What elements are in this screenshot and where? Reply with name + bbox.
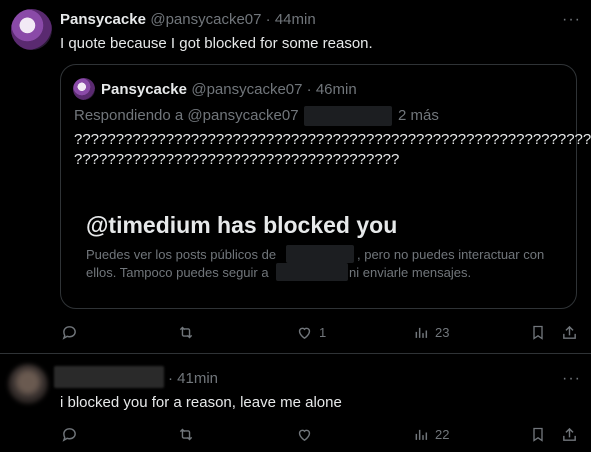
redacted-box [276, 263, 348, 281]
tweet-text: I quote because I got blocked for some r… [60, 35, 373, 52]
retweet-button[interactable] [177, 324, 195, 341]
replying-prefix: Respondiendo a @pansycacke07 [74, 107, 299, 124]
like-count: 1 [319, 325, 327, 340]
reply-icon [62, 326, 76, 340]
share-icon [563, 325, 576, 339]
more-icon[interactable]: ··· [562, 370, 581, 388]
quote-avatar [73, 78, 95, 100]
blocked-desc-line1: Puedes ver los posts públicos de [86, 247, 276, 262]
retweet-icon [179, 326, 193, 339]
share-icon [563, 427, 576, 441]
quote-header: Pansycacke @pansycacke07 · 46min [101, 81, 357, 99]
divider [0, 353, 591, 354]
redacted-box [304, 106, 392, 126]
bookmark-button[interactable] [530, 324, 546, 341]
bookmark-icon [533, 325, 543, 340]
share-button[interactable] [561, 324, 578, 341]
blocked-desc-part2: , pero no puedes interactuar con [357, 247, 545, 262]
replying-suffix: 2 más [398, 107, 439, 124]
reply-time[interactable]: · 41min [168, 370, 218, 387]
retweet-icon [179, 428, 193, 441]
blocked-title: @timedium has blocked you [86, 212, 398, 238]
views-button[interactable]: 22 [413, 426, 449, 443]
like-icon [298, 327, 311, 340]
reply-button[interactable] [61, 324, 78, 341]
more-icon[interactable]: ··· [562, 11, 581, 29]
share-button[interactable] [561, 426, 578, 443]
bookmark-button[interactable] [530, 426, 546, 443]
avatar[interactable] [8, 364, 48, 404]
retweet-button[interactable] [177, 426, 195, 443]
like-button[interactable] [296, 426, 313, 443]
like-button[interactable]: 1 [296, 324, 326, 341]
quote-text-line1: ????????????????????????????????????????… [74, 131, 591, 148]
views-count: 22 [435, 427, 450, 442]
redacted-name [54, 366, 164, 388]
views-button[interactable]: 23 [413, 324, 449, 341]
display-name[interactable]: Pansycacke [60, 11, 146, 28]
views-icon [415, 327, 428, 338]
blocked-desc-part1: Puedes ver los posts públicos de [86, 247, 277, 262]
views-count: 23 [435, 325, 450, 340]
quote-handle-time: @pansycacke07 · 46min [191, 81, 357, 98]
bookmark-icon [533, 427, 543, 442]
like-icon [298, 429, 311, 442]
views-icon [415, 429, 428, 440]
replying-to: Respondiendo a @pansycacke07 [74, 107, 299, 124]
quote-text-line2: ??????????????????????????????????????? [74, 151, 400, 168]
reply-button[interactable] [61, 426, 78, 443]
blocked-desc-part3: ellos. Tampoco puedes seguir a [86, 265, 269, 280]
quote-display-name: Pansycacke [101, 81, 187, 98]
redacted-box [286, 245, 354, 263]
tweet-header: Pansycacke @pansycacke07 · 44min [60, 11, 316, 29]
reply-icon [62, 428, 76, 442]
reply-text: i blocked you for a reason, leave me alo… [60, 394, 342, 411]
blocked-desc-part4: ni enviarle mensajes. [349, 265, 472, 280]
avatar[interactable] [11, 9, 52, 50]
handle-time[interactable]: @pansycacke07 · 44min [150, 11, 315, 28]
